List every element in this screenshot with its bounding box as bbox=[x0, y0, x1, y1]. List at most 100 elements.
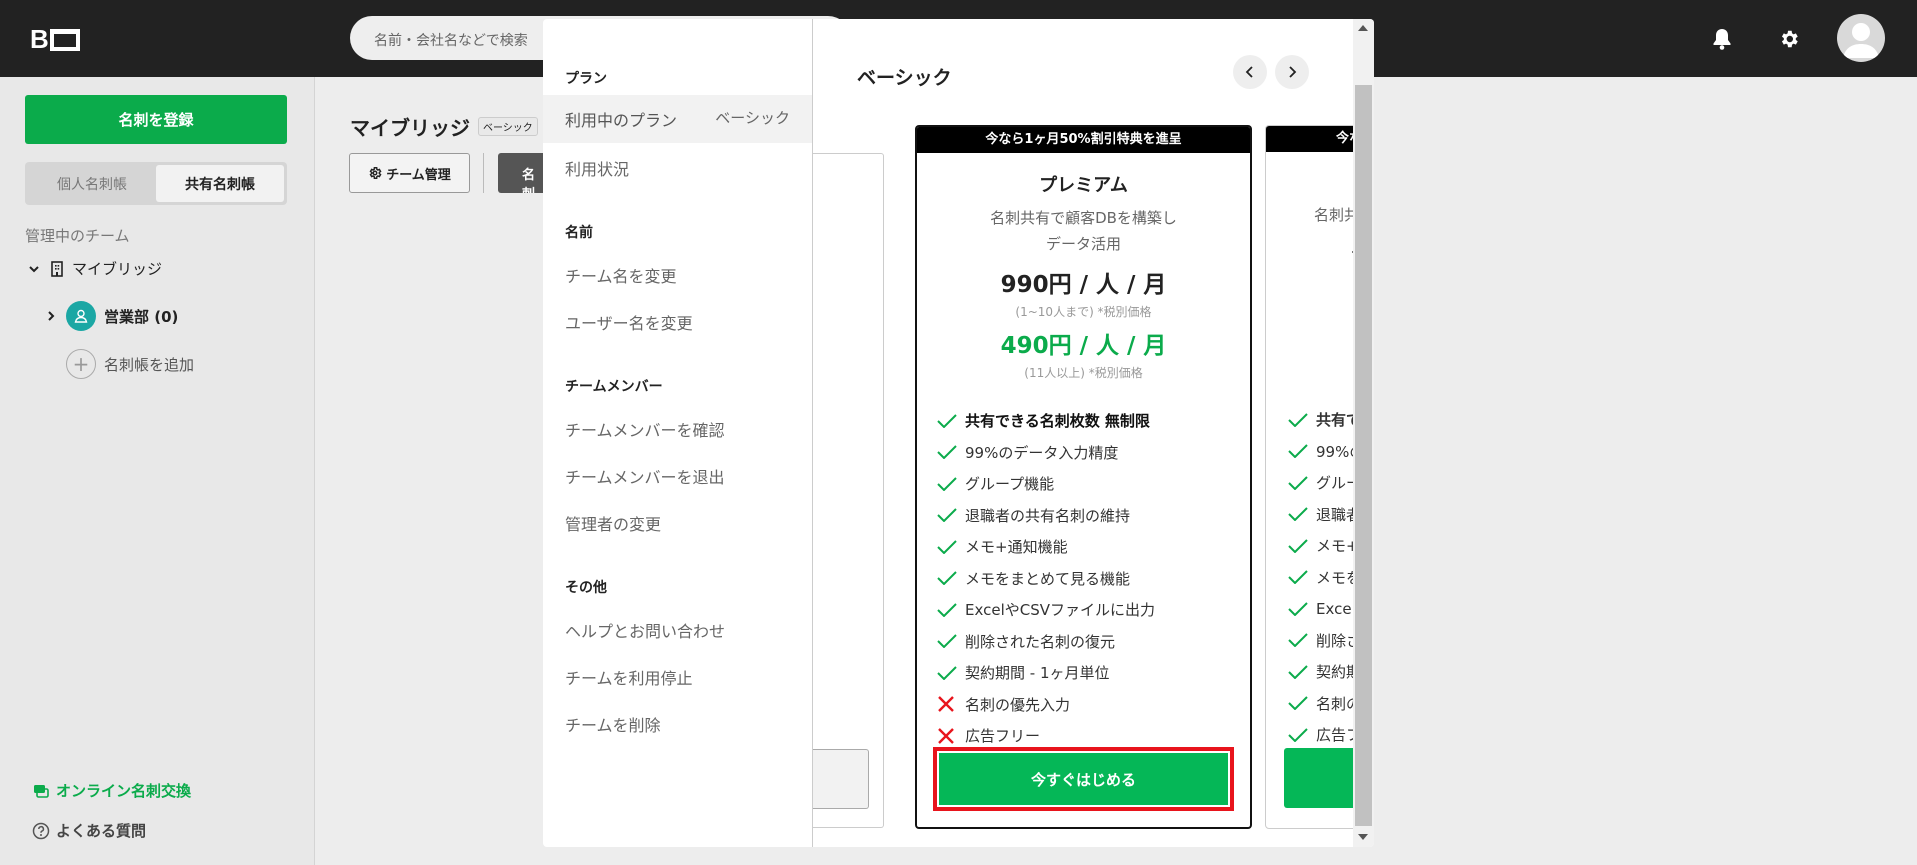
scroll-thumb[interactable] bbox=[1355, 85, 1372, 826]
chevron-down-icon bbox=[29, 265, 39, 272]
menu-item-help[interactable]: ヘルプとお問い合わせ bbox=[565, 618, 725, 642]
feature-text-next: メモを bbox=[1316, 568, 1353, 587]
feature-item: メモ+通知機能 bbox=[937, 531, 1237, 563]
scroll-down-icon[interactable] bbox=[1358, 834, 1368, 840]
menu-item-change-team-name[interactable]: チーム名を変更 bbox=[565, 263, 677, 287]
check-icon bbox=[937, 571, 965, 586]
menu-item-usage[interactable]: 利用状況 bbox=[565, 156, 629, 180]
chevron-left-icon bbox=[1245, 66, 1253, 78]
team-manage-button[interactable]: チーム管理 bbox=[349, 153, 470, 193]
menu-heading-members: チームメンバー bbox=[565, 379, 663, 395]
plan-card-next: 今な 名刺共 共有で 99%のグルー退職者メモ+ メモを Excel 削除さ契約期名刺の… bbox=[1265, 125, 1353, 829]
register-card-button[interactable]: 名刺を登録 bbox=[25, 95, 287, 144]
feature-text: 広告フリー bbox=[965, 727, 1041, 746]
check-icon bbox=[1288, 633, 1316, 648]
feature-text: 削除された名刺の復元 bbox=[965, 632, 1116, 651]
menu-item-change-admin[interactable]: 管理者の変更 bbox=[565, 511, 661, 535]
feature-text: ExcelやCSVファイルに出力 bbox=[965, 601, 1155, 620]
menu-item-current-plan[interactable]: 利用中のプラン ベーシック bbox=[543, 95, 812, 143]
current-plan-value: ベーシック bbox=[715, 109, 790, 127]
feature-item-next: 契約期 bbox=[1288, 656, 1353, 688]
feature-text-next: メモ+ bbox=[1316, 537, 1353, 556]
feature-list: 共有できる名刺枚数 無制限 99%のデータ入力精度グループ機能退職者の共有名刺の維… bbox=[937, 405, 1237, 752]
feature-item: 退職者の共有名刺の維持 bbox=[937, 500, 1237, 532]
feature-text-next: 広告フ bbox=[1316, 726, 1353, 745]
plan-card-premium: 今なら1ヶ月50%割引特典を進呈 プレミアム 名刺共有で顧客DBを構築し データ… bbox=[915, 125, 1252, 829]
faq-label: よくある質問 bbox=[56, 822, 147, 840]
menu-item-change-user-name[interactable]: ユーザー名を変更 bbox=[565, 310, 693, 334]
check-icon bbox=[1288, 507, 1316, 522]
current-plan-label: 利用中のプラン bbox=[565, 111, 678, 130]
next-plan-button[interactable] bbox=[1275, 55, 1309, 89]
menu-item-stop-team[interactable]: チームを利用停止 bbox=[565, 665, 693, 689]
feature-text-next: 削除さ bbox=[1316, 631, 1353, 650]
menu-item-leave-members[interactable]: チームメンバーを退出 bbox=[565, 464, 725, 488]
check-icon bbox=[937, 477, 965, 491]
feature-item-next: グルー bbox=[1288, 467, 1353, 499]
feature-text: メモ+通知機能 bbox=[965, 538, 1068, 557]
price-discount: 490円 / 人 / 月 bbox=[1000, 333, 1167, 359]
scrollbar[interactable] bbox=[1353, 19, 1374, 847]
feature-item-next: 名刺の bbox=[1288, 688, 1353, 720]
feature-text: メモをまとめて見る機能 bbox=[965, 569, 1131, 588]
plan-modal: プラン 利用中のプラン ベーシック 利用状況 名前 チーム名を変更 ユーザー名を… bbox=[543, 19, 1374, 847]
managed-teams-label: 管理中のチーム bbox=[25, 227, 130, 245]
feature-item-next: 広告フ bbox=[1288, 719, 1353, 751]
plan-card-basic bbox=[813, 153, 884, 828]
settings-menu: プラン 利用中のプラン ベーシック 利用状況 名前 チーム名を変更 ユーザー名を… bbox=[543, 19, 813, 847]
feature-list-next: 共有で 99%のグルー退職者メモ+ メモを Excel 削除さ契約期名刺の広告フ bbox=[1288, 404, 1353, 751]
cross-icon bbox=[937, 727, 965, 745]
page-title-text: マイブリッジ bbox=[350, 116, 470, 140]
check-icon bbox=[1288, 413, 1316, 427]
feature-item-next: 削除さ bbox=[1288, 625, 1353, 657]
online-exchange-link[interactable]: オンライン名刺交換 bbox=[32, 780, 191, 801]
tab-shared-books[interactable]: 共有名刺帳 bbox=[156, 165, 284, 202]
gear-icon[interactable] bbox=[1774, 24, 1804, 54]
plus-icon: + bbox=[66, 349, 96, 379]
discount-banner: 今なら1ヶ月50%割引特典を進呈 bbox=[917, 127, 1250, 153]
feature-text: 契約期間 - 1ヶ月単位 bbox=[965, 664, 1110, 683]
logo[interactable]: B bbox=[30, 24, 80, 55]
check-icon bbox=[1288, 602, 1316, 616]
menu-heading-name: 名前 bbox=[565, 225, 593, 241]
question-icon bbox=[32, 822, 50, 839]
feature-item: 契約期間 - 1ヶ月単位 bbox=[937, 657, 1237, 689]
scroll-up-icon[interactable] bbox=[1358, 25, 1368, 31]
start-now-button-next[interactable] bbox=[1284, 748, 1353, 808]
group-tree-item[interactable]: 営業部 (0) bbox=[46, 301, 178, 331]
menu-item-check-members[interactable]: チームメンバーを確認 bbox=[565, 417, 725, 441]
start-now-button[interactable]: 今すぐはじめる bbox=[937, 751, 1230, 807]
menu-item-delete-team[interactable]: チームを削除 bbox=[565, 712, 661, 736]
feature-item: メモをまとめて見る機能 bbox=[937, 563, 1237, 595]
feature-item-next: 共有で bbox=[1288, 404, 1353, 436]
feature-item: 削除された名刺の復元 bbox=[937, 626, 1237, 658]
plan-description: 名刺共有で顧客DBを構築し データ活用 bbox=[990, 209, 1177, 253]
logo-box bbox=[49, 28, 80, 51]
discount-banner-next: 今な bbox=[1266, 126, 1353, 152]
cross-icon bbox=[937, 695, 965, 713]
page-title: マイブリッジ ベーシック bbox=[350, 112, 538, 141]
logo-text: B bbox=[30, 24, 49, 54]
check-icon bbox=[937, 414, 965, 428]
prev-plan-button[interactable] bbox=[1233, 55, 1267, 89]
feature-item: 99%のデータ入力精度 bbox=[937, 437, 1237, 469]
avatar[interactable] bbox=[1837, 14, 1885, 62]
feature-text: 共有できる名刺枚数 無制限 bbox=[965, 412, 1150, 431]
tab-personal-books[interactable]: 個人名刺帳 bbox=[28, 165, 156, 202]
team-tree-item[interactable]: マイブリッジ bbox=[28, 258, 162, 279]
plan-content: ベーシック 今なら1ヶ月50%割引特典を進呈 プレミアム 名刺共有で顧客DBを構… bbox=[813, 19, 1353, 847]
feature-text: グループ機能 bbox=[965, 475, 1055, 494]
check-icon bbox=[1288, 665, 1316, 679]
plan-description-next: 名刺共 bbox=[1314, 206, 1353, 224]
chevron-right-icon bbox=[48, 311, 55, 321]
faq-link[interactable]: よくある質問 bbox=[32, 820, 146, 841]
feature-text-next: 退職者 bbox=[1316, 505, 1353, 524]
feature-item-next: Excel bbox=[1288, 593, 1353, 625]
bell-icon[interactable] bbox=[1707, 24, 1737, 54]
plan-title: ベーシック bbox=[857, 67, 952, 89]
check-icon bbox=[1288, 539, 1316, 553]
basic-plan-button[interactable] bbox=[813, 749, 869, 809]
add-book-item[interactable]: + 名刺帳を追加 bbox=[66, 349, 194, 379]
feature-text: 名刺の優先入力 bbox=[965, 695, 1071, 714]
group-name: 営業部 (0) bbox=[104, 307, 179, 326]
